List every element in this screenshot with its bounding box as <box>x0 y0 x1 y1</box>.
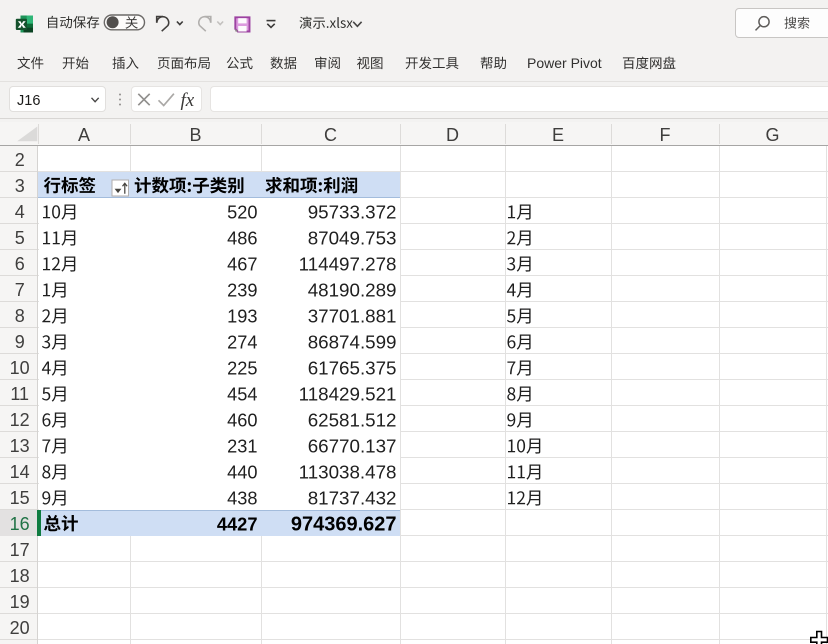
svg-text:193: 193 <box>227 306 257 326</box>
svg-text:5: 5 <box>15 228 25 248</box>
svg-text:118429.521: 118429.521 <box>299 383 397 404</box>
svg-text:B: B <box>189 125 201 145</box>
svg-text:4427: 4427 <box>217 513 258 534</box>
svg-text:J16: J16 <box>17 93 40 109</box>
svg-text:12: 12 <box>10 410 30 430</box>
svg-text:239: 239 <box>227 280 257 300</box>
svg-text:A: A <box>78 125 90 145</box>
svg-text:14: 14 <box>10 462 30 482</box>
svg-text:E: E <box>552 125 564 145</box>
svg-text:11: 11 <box>10 384 29 404</box>
svg-text:3: 3 <box>15 176 25 196</box>
svg-text:61765.375: 61765.375 <box>308 357 397 378</box>
svg-text:62581.512: 62581.512 <box>308 409 397 430</box>
svg-text:16: 16 <box>10 514 30 534</box>
svg-text:113038.478: 113038.478 <box>299 461 397 482</box>
svg-text:C: C <box>324 125 337 145</box>
svg-text:86874.599: 86874.599 <box>308 331 397 352</box>
svg-text:F: F <box>660 125 671 145</box>
svg-text:19: 19 <box>10 592 30 612</box>
svg-text:87049.753: 87049.753 <box>308 227 397 248</box>
svg-text:Power Pivot: Power Pivot <box>527 55 602 71</box>
svg-text:66770.137: 66770.137 <box>308 435 397 456</box>
svg-text:fx: fx <box>181 90 195 111</box>
svg-text:20: 20 <box>10 618 30 638</box>
svg-text:454: 454 <box>227 384 257 404</box>
svg-text:520: 520 <box>227 202 257 222</box>
svg-text:974369.627: 974369.627 <box>291 513 397 535</box>
svg-text:231: 231 <box>227 436 257 456</box>
svg-text:G: G <box>765 125 779 145</box>
svg-text:37701.881: 37701.881 <box>308 305 397 326</box>
svg-text:D: D <box>446 125 459 145</box>
svg-text:460: 460 <box>227 410 257 430</box>
svg-text:95733.372: 95733.372 <box>308 201 397 222</box>
svg-text:486: 486 <box>227 228 257 248</box>
svg-text:467: 467 <box>227 254 257 274</box>
svg-text:274: 274 <box>227 332 257 352</box>
svg-text:440: 440 <box>227 462 257 482</box>
svg-text:18: 18 <box>10 566 30 586</box>
svg-text:225: 225 <box>227 358 257 378</box>
svg-text:7: 7 <box>15 280 25 300</box>
svg-text:8: 8 <box>15 306 25 326</box>
svg-text:438: 438 <box>227 488 257 508</box>
svg-text:10: 10 <box>10 358 30 378</box>
svg-text:81737.432: 81737.432 <box>308 487 397 508</box>
svg-text:2: 2 <box>15 150 25 170</box>
svg-text:17: 17 <box>10 540 30 560</box>
svg-text:4: 4 <box>15 202 25 222</box>
svg-text:6: 6 <box>15 254 25 274</box>
svg-text:13: 13 <box>10 436 30 456</box>
svg-text:114497.278: 114497.278 <box>299 253 397 274</box>
svg-text:9: 9 <box>15 332 25 352</box>
svg-text:48190.289: 48190.289 <box>308 279 397 300</box>
svg-text:15: 15 <box>10 488 30 508</box>
